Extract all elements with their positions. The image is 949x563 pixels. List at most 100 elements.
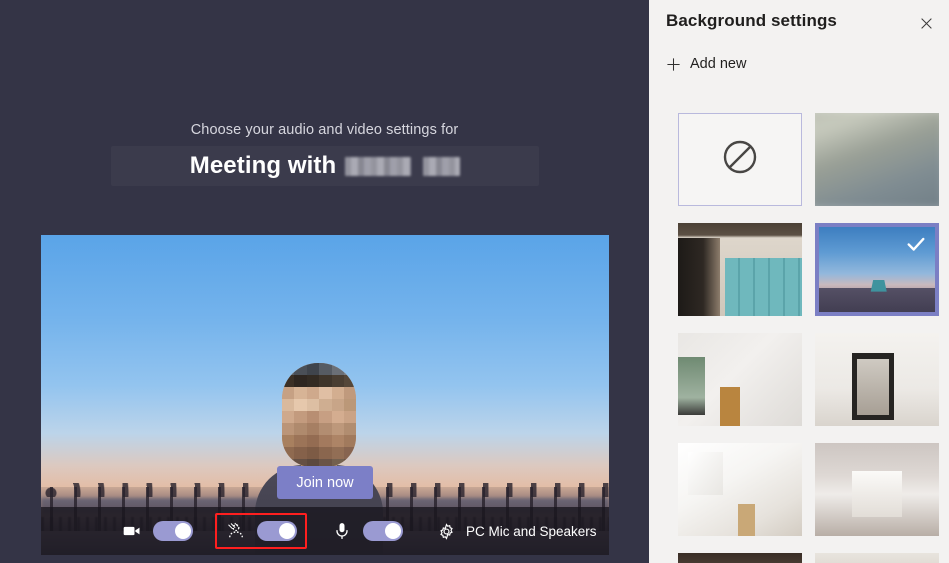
- background-thumbnail-room4[interactable]: [815, 443, 939, 536]
- camera-toggle[interactable]: [153, 521, 193, 541]
- pixel-block: [319, 363, 332, 375]
- add-new-background-button[interactable]: Add new: [665, 51, 746, 77]
- add-new-label: Add new: [690, 56, 747, 72]
- background-effects-toggle-knob: [279, 523, 295, 539]
- pixel-block: [294, 447, 307, 459]
- pixel-block: [344, 423, 356, 435]
- pixel-block: [294, 375, 307, 387]
- background-thumbnail-row5a[interactable]: [678, 553, 802, 563]
- thumbnail-image: [678, 223, 802, 316]
- pixel-block: [306, 399, 320, 411]
- no-background-icon: [720, 137, 760, 182]
- pixel-block: [344, 447, 356, 459]
- device-label: PC Mic and Speakers: [466, 523, 597, 539]
- gear-icon[interactable]: [435, 520, 457, 542]
- pixel-block: [344, 435, 356, 447]
- microphone-control-group: [331, 520, 403, 542]
- pixel-block: [282, 399, 295, 411]
- pixel-block: [306, 423, 320, 435]
- background-thumbnail-room1[interactable]: [678, 333, 802, 426]
- pixel-block: [294, 363, 307, 375]
- background-thumbnail-grid: [678, 113, 949, 563]
- pixel-block: [294, 423, 307, 435]
- camera-control-group: [121, 520, 193, 542]
- redacted-name-part-1: [345, 157, 412, 177]
- pixel-block: [319, 447, 332, 459]
- pixel-block: [306, 375, 320, 387]
- meeting-title-text: Meeting with: [189, 152, 337, 179]
- pixel-block: [282, 435, 295, 447]
- microphone-toggle-knob: [385, 523, 401, 539]
- pixel-block: [282, 411, 295, 423]
- prejoin-stage: Choose your audio and video settings for…: [0, 0, 649, 563]
- background-thumbnail-room3[interactable]: [678, 443, 802, 536]
- close-icon[interactable]: [913, 10, 939, 36]
- settings-prompt: Choose your audio and video settings for: [190, 122, 459, 138]
- pixel-block: [294, 387, 307, 399]
- pixel-block: [294, 435, 307, 447]
- meeting-title-bar: Meeting with: [111, 146, 539, 186]
- background-thumbnail-beach-selected[interactable]: [815, 223, 939, 316]
- pixel-block: [331, 375, 344, 387]
- pixel-block: [294, 411, 307, 423]
- background-thumbnail-row5b[interactable]: [815, 553, 939, 563]
- pixel-block: [331, 387, 344, 399]
- join-now-button[interactable]: Join now: [277, 466, 373, 499]
- background-thumbnail-office[interactable]: [678, 223, 802, 316]
- pixel-block: [282, 387, 295, 399]
- redacted-name-part-2: [423, 157, 461, 177]
- camera-toggle-knob: [175, 523, 191, 539]
- camera-icon: [121, 520, 143, 542]
- background-settings-panel: Background settings Add new: [649, 0, 949, 563]
- thumbnail-image: [815, 443, 939, 536]
- checkmark-icon: [905, 233, 927, 255]
- pixel-block: [331, 435, 344, 447]
- thumbnail-image: [815, 333, 939, 426]
- pixel-block: [306, 363, 320, 375]
- pixel-block: [344, 411, 356, 423]
- pixel-block: [306, 387, 320, 399]
- pixel-block: [319, 387, 332, 399]
- pixel-block: [344, 363, 356, 375]
- pixel-block: [306, 411, 320, 423]
- thumbnail-image: [678, 553, 802, 563]
- microphone-toggle[interactable]: [363, 521, 403, 541]
- pixel-block: [282, 363, 295, 375]
- microphone-icon: [331, 520, 353, 542]
- pixel-block: [331, 423, 344, 435]
- pixel-block: [282, 423, 295, 435]
- background-effects-control-group: [215, 513, 307, 549]
- pixel-block: [319, 423, 332, 435]
- pixel-block: [306, 435, 320, 447]
- pixel-block: [319, 435, 332, 447]
- pixel-block: [319, 411, 332, 423]
- device-settings-group[interactable]: PC Mic and Speakers: [435, 520, 597, 542]
- pixel-block: [344, 399, 356, 411]
- background-effects-icon[interactable]: [225, 520, 247, 542]
- pixel-block: [282, 375, 295, 387]
- pixel-block: [282, 447, 295, 459]
- pixel-block: [331, 399, 344, 411]
- plus-icon: [665, 56, 681, 72]
- thumbnail-image: [815, 113, 939, 206]
- panel-title: Background settings: [666, 11, 837, 30]
- thumbnail-image: [678, 333, 802, 426]
- video-preview[interactable]: Join now PC Mic and Speakers: [41, 235, 609, 555]
- pixel-block: [294, 399, 307, 411]
- page-title: Meeting with: [190, 152, 461, 180]
- pixel-block: [319, 375, 332, 387]
- background-thumbnail-room2[interactable]: [815, 333, 939, 426]
- background-thumbnail-none[interactable]: [678, 113, 802, 206]
- prejoin-toolbar: PC Mic and Speakers: [41, 507, 609, 555]
- pixel-block: [344, 375, 356, 387]
- pixel-block: [331, 447, 344, 459]
- pixel-block: [344, 387, 356, 399]
- background-thumbnail-blur[interactable]: [815, 113, 939, 206]
- panel-header: Background settings: [649, 0, 949, 46]
- pixel-block: [331, 363, 344, 375]
- pixel-block: [306, 447, 320, 459]
- pixel-block: [319, 399, 332, 411]
- thumbnail-image: [815, 553, 939, 563]
- pixel-block: [331, 411, 344, 423]
- background-effects-toggle[interactable]: [257, 521, 297, 541]
